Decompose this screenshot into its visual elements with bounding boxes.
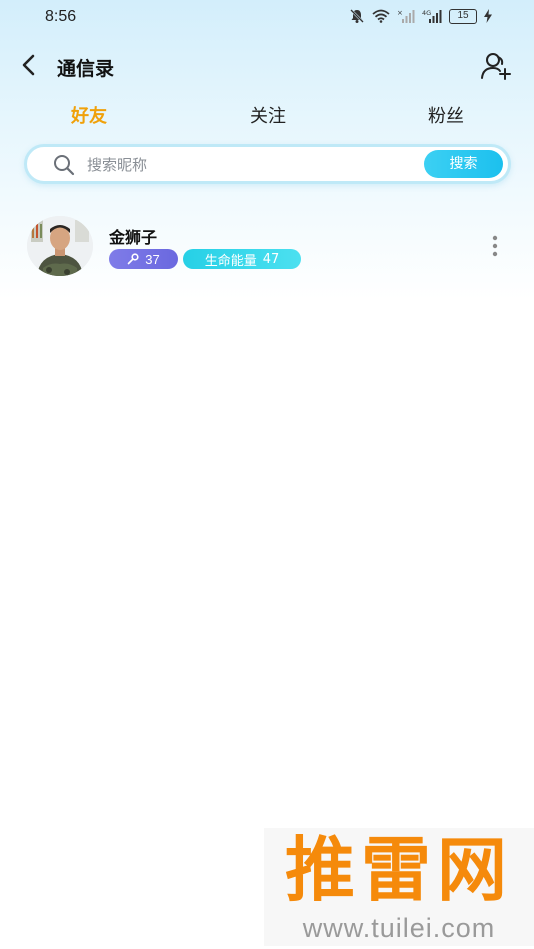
search-bar: 搜索 [24,144,511,184]
avatar-photo [27,216,93,276]
search-input[interactable] [87,152,417,178]
back-button[interactable] [14,50,44,80]
nav-bar: 通信录 [0,44,534,88]
watermark-url: www.tuilei.com [302,913,496,943]
watermark-logo-text: 推雷网 [285,829,513,911]
chevron-left-icon [22,54,35,76]
energy-label: 生命能量 [204,253,257,269]
more-vertical-icon [492,235,498,257]
avatar[interactable] [27,216,93,276]
tab-friends[interactable]: 好友 [49,102,129,128]
mute-bell-icon [350,9,364,23]
signal-x-icon: × [397,9,415,23]
key-value: 37 [145,251,160,267]
watermark: 推雷网 www.tuilei.com [264,828,534,946]
svg-text:×: × [397,9,403,17]
page-title: 通信录 [57,58,115,80]
more-options-button[interactable] [485,232,505,260]
status-bar: 8:56 × 4G 15 [0,0,534,36]
charging-icon [484,9,492,23]
friend-name: 金狮子 [109,228,158,247]
energy-badge: 生命能量 47 [183,249,301,269]
key-icon [127,253,139,265]
add-friend-button[interactable] [480,50,512,82]
tab-fans[interactable]: 粉丝 [406,102,486,128]
key-badge: 37 [109,249,178,269]
energy-value: 47 [262,251,280,267]
signal-4g-icon: 4G [422,9,442,23]
search-button[interactable]: 搜索 [424,150,503,178]
tab-bar: 好友 关注 粉丝 [0,98,534,134]
search-icon [54,155,75,176]
status-time: 8:56 [45,8,77,25]
status-icons: × 4G 15 [349,8,492,24]
friend-list-item[interactable]: 金狮子 37 生命能量 47 [0,210,534,282]
wifi-icon [372,9,390,23]
tab-following[interactable]: 关注 [228,102,308,128]
battery-icon: 15 [449,8,477,24]
svg-text:4G: 4G [422,9,431,17]
add-user-icon [481,53,511,80]
